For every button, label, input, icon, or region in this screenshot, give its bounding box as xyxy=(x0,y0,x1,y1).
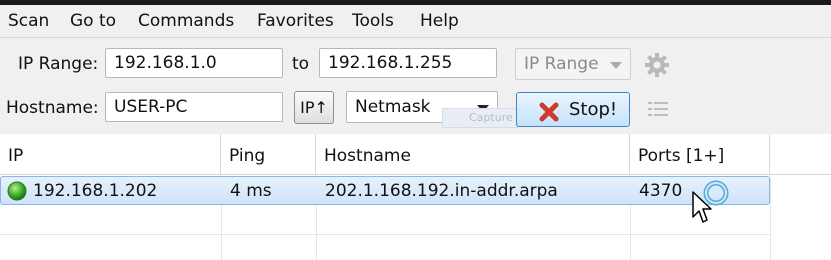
list-icon[interactable] xyxy=(648,100,668,118)
ip-up-button[interactable]: IP↑ xyxy=(294,91,334,124)
menu-scan[interactable]: Scan xyxy=(8,11,49,31)
menu-help[interactable]: Help xyxy=(420,11,459,31)
menu-bar: Scan Go to Commands Favorites Tools Help xyxy=(0,5,831,38)
column-header-hostname[interactable]: Hostname xyxy=(316,134,630,174)
stop-button-label: Stop! xyxy=(569,99,618,120)
ip-start-field[interactable]: 192.168.1.0 xyxy=(105,48,283,78)
row-divider xyxy=(0,234,770,235)
cell-ip: 192.168.1.202 xyxy=(33,181,158,201)
capture-overlay-text: Capture xyxy=(469,111,513,124)
chevron-down-icon xyxy=(610,62,622,69)
table-header: IP Ping Hostname Ports [1+] xyxy=(0,134,831,175)
column-header-ports[interactable]: Ports [1+] xyxy=(630,134,770,174)
column-header-ping[interactable]: Ping xyxy=(221,134,316,174)
results-table: IP Ping Hostname Ports [1+] 192.168.1.20… xyxy=(0,134,831,260)
menu-favorites[interactable]: Favorites xyxy=(257,11,334,31)
cell-hostname: 202.1.168.192.in-addr.arpa xyxy=(325,181,558,201)
stop-button[interactable]: Stop! xyxy=(516,92,630,127)
menu-tools[interactable]: Tools xyxy=(352,11,394,31)
netmask-select-value: Netmask xyxy=(355,97,431,117)
table-row[interactable]: 192.168.1.202 4 ms 202.1.168.192.in-addr… xyxy=(0,176,770,205)
hostname-field[interactable]: USER-PC xyxy=(105,92,283,122)
hostname-label: Hostname: xyxy=(6,98,99,118)
mouse-pointer-icon xyxy=(692,191,714,225)
x-icon xyxy=(539,100,559,122)
cell-ping: 4 ms xyxy=(230,181,272,201)
green-dot-icon xyxy=(7,181,27,201)
ip-end-field[interactable]: 192.168.1.255 xyxy=(319,48,497,78)
column-header-ip[interactable]: IP xyxy=(0,134,221,174)
to-label: to xyxy=(292,54,310,74)
ip-range-label: IP Range: xyxy=(18,54,99,74)
menu-commands[interactable]: Commands xyxy=(138,11,234,31)
gear-icon[interactable] xyxy=(643,51,671,79)
capture-overlay: Capture xyxy=(442,108,518,128)
feeder-select[interactable]: IP Range xyxy=(515,48,631,80)
menu-goto[interactable]: Go to xyxy=(70,11,116,31)
feeder-select-value: IP Range xyxy=(524,54,599,74)
column-divider xyxy=(770,174,771,260)
cell-ports: 4370 xyxy=(639,181,683,201)
